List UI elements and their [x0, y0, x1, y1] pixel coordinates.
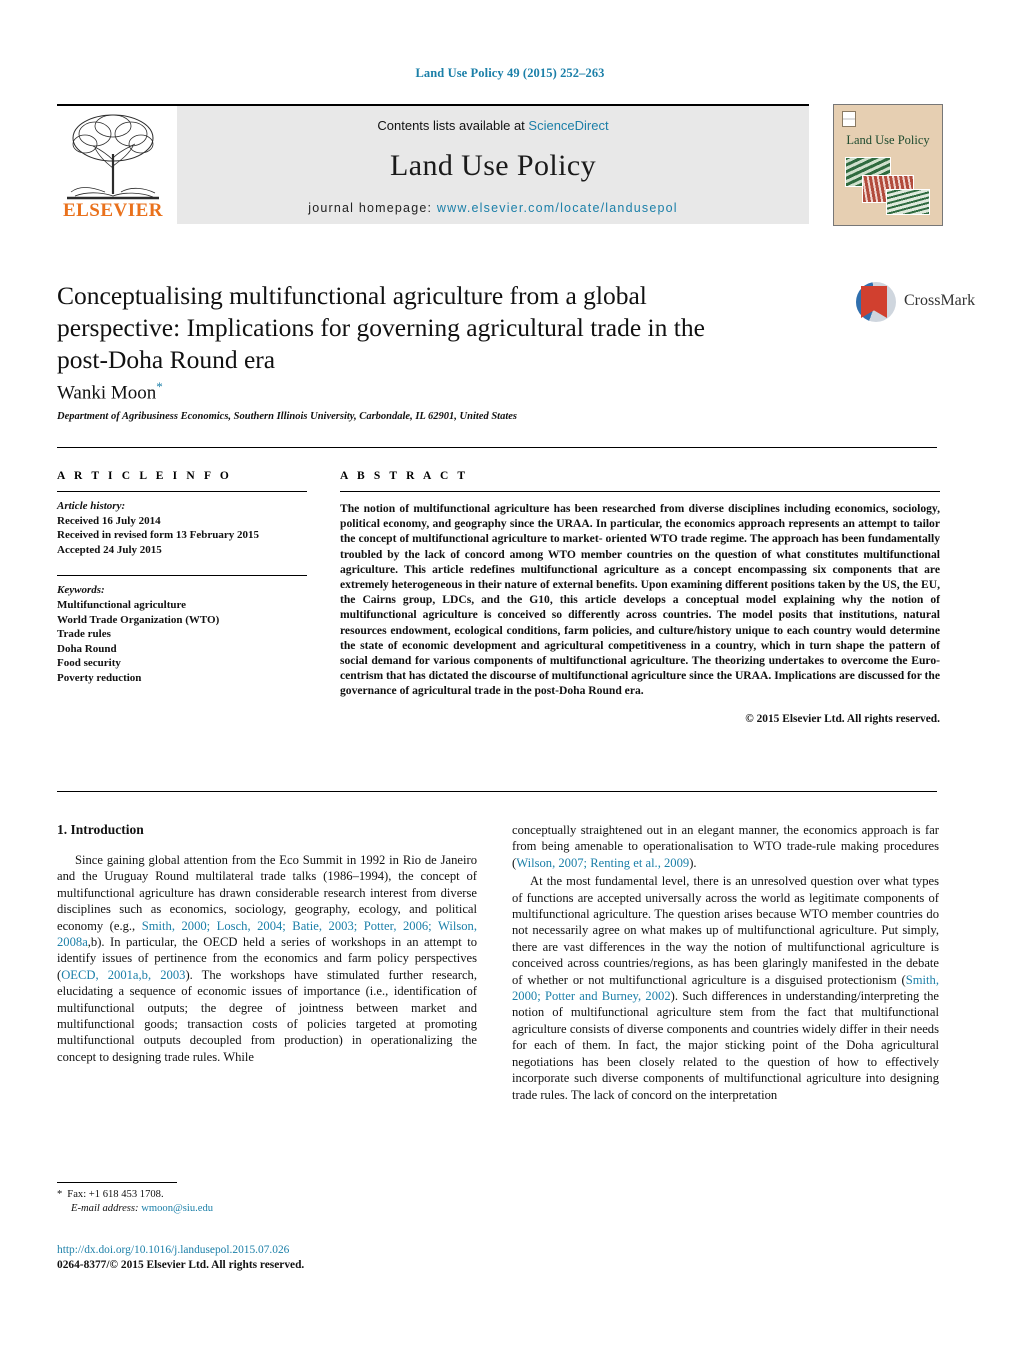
para-text: ). Such differences in understanding/int…: [512, 989, 939, 1102]
journal-homepage-line: journal homepage: www.elsevier.com/locat…: [177, 201, 809, 215]
article-info-column: A R T I C L E I N F O Article history: R…: [57, 470, 307, 686]
footnote-rule: [57, 1182, 177, 1183]
running-head: Land Use Policy 49 (2015) 252–263: [415, 66, 605, 80]
keyword-item: Food security: [57, 657, 121, 670]
journal-header: ELSEVIER Contents lists available at Sci…: [57, 104, 962, 226]
contents-prefix: Contents lists available at: [377, 118, 529, 133]
citation-link[interactable]: OECD, 2001a,b, 2003: [61, 968, 185, 982]
abstract-rule: [340, 491, 940, 492]
keywords-label: Keywords:: [57, 584, 105, 597]
paragraph-cont-right: conceptually straightened out in an eleg…: [512, 822, 939, 871]
article-history-block: Article history: Received 16 July 2014 R…: [57, 499, 307, 557]
email-label: E-mail address:: [71, 1203, 139, 1214]
sciencedirect-link[interactable]: ScienceDirect: [528, 118, 608, 133]
article-history-label: Article history:: [57, 500, 126, 512]
journal-cover-thumbnail: Land Use Policy: [833, 104, 943, 226]
para-text: ).: [689, 855, 697, 870]
footnote-block: * Fax: +1 618 453 1708. E-mail address: w…: [57, 1188, 477, 1216]
keyword-item: Doha Round: [57, 642, 117, 655]
keywords-block: Keywords: Multifunctional agriculture Wo…: [57, 583, 307, 685]
paper-page: Land Use Policy 49 (2015) 252–263 ELSEVI…: [0, 0, 1020, 1351]
crossmark-label: CrossMark: [904, 292, 976, 309]
crossmark-badge[interactable]: CrossMark: [856, 282, 975, 328]
para-text: ). The workshops have stimulated further…: [57, 967, 477, 1064]
page-title: Conceptualising multifunctional agricult…: [57, 281, 705, 374]
keywords-rule: [57, 575, 307, 577]
cover-title: Land Use Policy: [846, 133, 930, 147]
footnote-fax-line: * Fax: +1 618 453 1708.: [57, 1188, 477, 1202]
history-item: Received in revised form 13 February 201…: [57, 529, 260, 542]
keyword-item: World Trade Organization (WTO): [57, 613, 220, 626]
footnote-fax: Fax: +1 618 453 1708.: [67, 1189, 164, 1200]
doi-link[interactable]: http://dx.doi.org/10.1016/j.landusepol.2…: [57, 1244, 289, 1256]
abstract-text: The notion of multifunctional agricultur…: [340, 502, 940, 698]
history-item: Accepted 24 July 2015: [57, 543, 162, 556]
keyword-item: Multifunctional agriculture: [57, 598, 187, 611]
article-info-heading: A R T I C L E I N F O: [57, 470, 232, 482]
homepage-url-link[interactable]: www.elsevier.com/locate/landusepol: [437, 201, 678, 215]
body-left-column: 1. Introduction Since gaining global att…: [57, 822, 477, 1065]
citation-link[interactable]: Wilson, 2007; Renting et al., 2009: [516, 856, 689, 870]
abstract-heading: A B S T R A C T: [340, 470, 469, 482]
elsevier-logo: ELSEVIER: [57, 108, 169, 226]
elsevier-wordmark: ELSEVIER: [62, 200, 164, 221]
cover-photo-3: [886, 189, 930, 215]
footnote-marker: *: [57, 1189, 63, 1200]
journal-title: Land Use Policy: [390, 149, 596, 182]
paragraph-two-right: At the most fundamental level, there is …: [512, 873, 939, 1103]
info-section-top-rule: [57, 447, 937, 448]
journal-title-band: Contents lists available at ScienceDirec…: [177, 106, 809, 224]
footnote-email-line: E-mail address: wmoon@siu.edu: [57, 1202, 477, 1216]
abstract-column: A B S T R A C T The notion of multifunct…: [340, 470, 940, 725]
cover-elsevier-mark-icon: [842, 111, 856, 127]
author-name: Wanki Moon*: [57, 379, 163, 404]
doi-block: http://dx.doi.org/10.1016/j.landusepol.2…: [57, 1243, 577, 1273]
elsevier-tree-icon: [61, 108, 165, 200]
body-right-column: conceptually straightened out in an eleg…: [512, 822, 939, 1103]
email-link[interactable]: wmoon@siu.edu: [141, 1203, 213, 1214]
history-item: Received 16 July 2014: [57, 514, 161, 527]
paragraph-intro-left: Since gaining global attention from the …: [57, 852, 477, 1065]
contents-line: Contents lists available at ScienceDirec…: [177, 118, 809, 133]
copyright-line: © 2015 Elsevier Ltd. All rights reserved…: [745, 712, 940, 725]
author-footnote-marker[interactable]: *: [156, 379, 163, 394]
keyword-item: Trade rules: [57, 628, 111, 641]
author-label: Wanki Moon: [57, 382, 157, 404]
para-text: At the most fundamental level, there is …: [512, 874, 939, 987]
article-info-rule: [57, 491, 307, 492]
section-heading-introduction: 1. Introduction: [57, 822, 144, 837]
homepage-label: journal homepage:: [308, 201, 437, 215]
keyword-item: Poverty reduction: [57, 671, 142, 684]
author-affiliation: Department of Agribusiness Economics, So…: [57, 411, 518, 422]
issn-copyright-line: 0264-8377/© 2015 Elsevier Ltd. All right…: [57, 1259, 305, 1271]
abstract-bottom-rule: [57, 791, 937, 792]
